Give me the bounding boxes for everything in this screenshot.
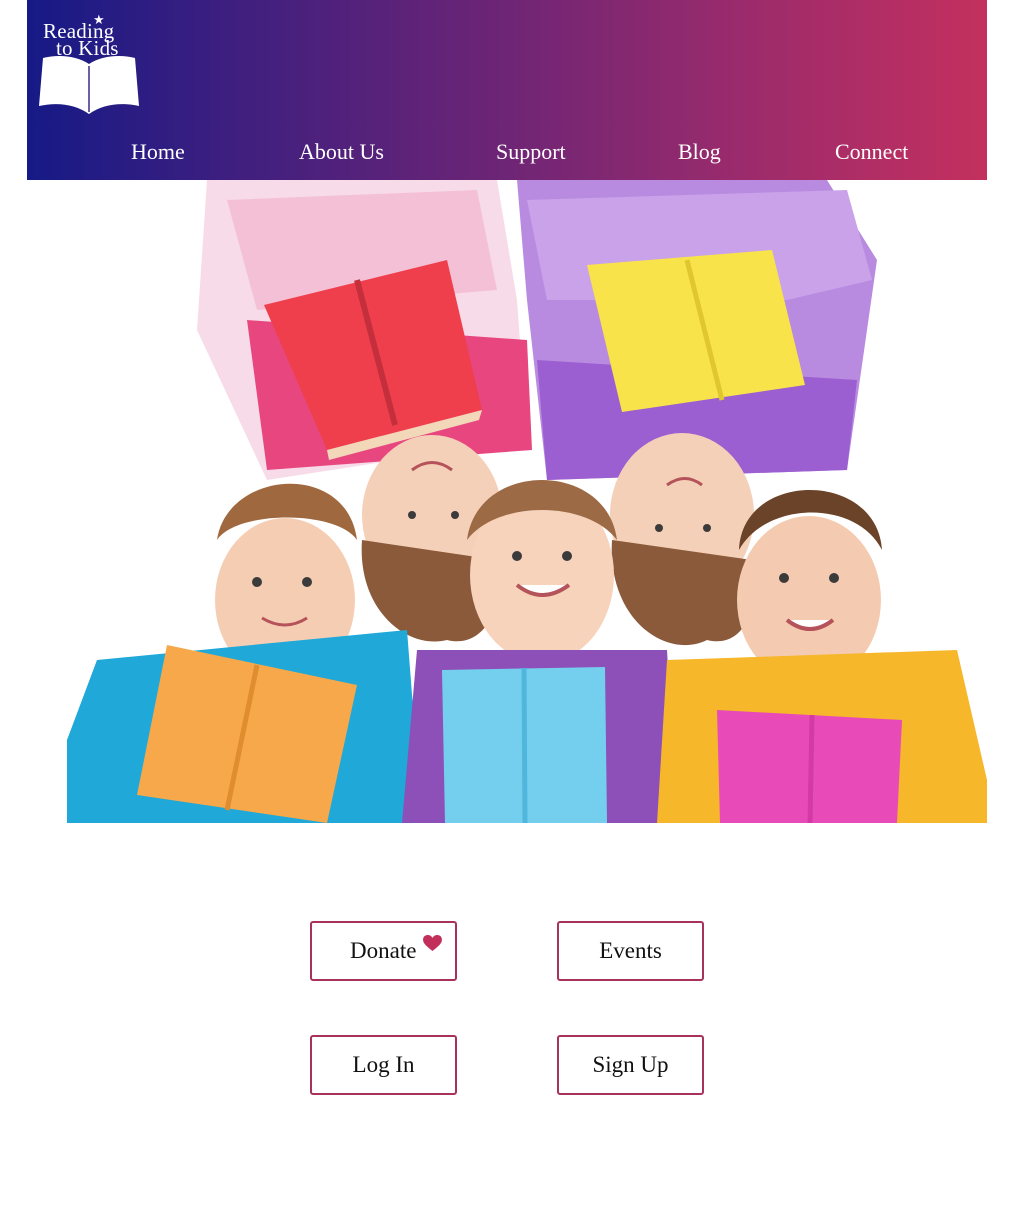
page: ★ Reading to Kids Home About Us Support …	[0, 0, 1012, 1231]
sign-up-button-label: Sign Up	[592, 1052, 669, 1077]
donate-button-label: Donate	[350, 938, 417, 963]
donate-button[interactable]: Donate	[310, 921, 457, 981]
heart-icon	[423, 935, 442, 952]
nav-item-support[interactable]: Support	[496, 137, 566, 167]
nav-item-blog[interactable]: Blog	[678, 137, 721, 167]
open-book-icon	[39, 56, 139, 114]
hero-image	[27, 180, 987, 823]
log-in-button[interactable]: Log In	[310, 1035, 457, 1095]
nav-item-about-us[interactable]: About Us	[299, 137, 384, 167]
site-header: ★ Reading to Kids Home About Us Support …	[27, 0, 987, 180]
nav-item-connect[interactable]: Connect	[835, 137, 908, 167]
site-logo[interactable]: ★ Reading to Kids	[37, 12, 141, 118]
events-button-label: Events	[599, 938, 662, 963]
children-reading-books-photo	[67, 180, 987, 823]
nav-item-home[interactable]: Home	[131, 137, 185, 167]
log-in-button-label: Log In	[352, 1052, 415, 1077]
sign-up-button[interactable]: Sign Up	[557, 1035, 704, 1095]
events-button[interactable]: Events	[557, 921, 704, 981]
main-nav: Home About Us Support Blog Connect	[27, 137, 987, 169]
